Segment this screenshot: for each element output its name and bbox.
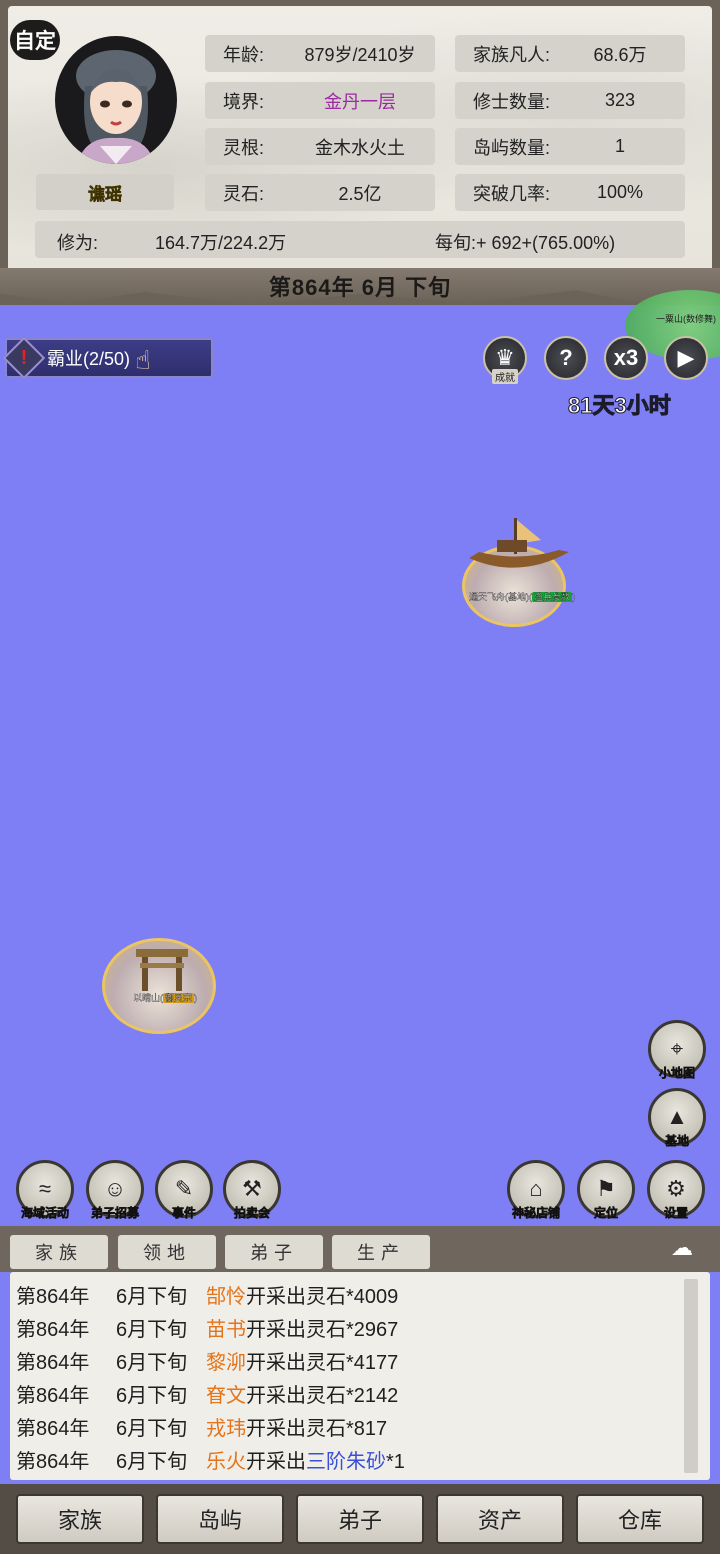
stat-label: 境界: xyxy=(223,91,265,112)
settings-button[interactable]: ⚙ 设置 xyxy=(647,1160,705,1221)
tab-family[interactable]: 家族 xyxy=(10,1235,108,1269)
stat-value: 323 xyxy=(604,90,636,110)
log-row: 第864年 6月下旬 乐火开采出三阶朱砂*1 xyxy=(16,1451,405,1473)
log-row: 第864年 6月下旬 黎泖开采出灵石*4177 xyxy=(16,1352,399,1374)
shop-icon: ⌂ xyxy=(529,1176,543,1201)
stat-label: 灵根: xyxy=(223,137,265,158)
cultivation-bar: 修为: 164.7万/224.2万 每旬:+ 692+(765.00%) xyxy=(35,221,685,258)
locate-button[interactable]: ⚑ 定位 xyxy=(577,1160,635,1221)
stat-value: 1 xyxy=(614,136,625,156)
island-sect[interactable] xyxy=(102,938,216,1034)
custom-button[interactable]: 自定 xyxy=(10,20,60,60)
stat-value: 879岁/2410岁 xyxy=(304,44,416,65)
game-date: 第864年 6月 下旬 xyxy=(268,275,452,300)
player-name[interactable]: 谯瑶 xyxy=(36,174,174,210)
sea-activity-label: 海域活动 xyxy=(20,1206,70,1221)
island-label-yisu: 一粟山(数修舞) xyxy=(656,314,717,324)
gate-icon xyxy=(136,949,188,991)
island-base[interactable] xyxy=(462,518,569,627)
cultivation-value: 164.7万/224.2万 xyxy=(155,233,287,253)
stat-label: 灵石: xyxy=(223,183,265,204)
nav-islands[interactable]: 岛屿 xyxy=(156,1494,284,1544)
trophy-icon: ♛ xyxy=(495,345,515,370)
auction-label: 拍卖会 xyxy=(233,1206,271,1221)
stat-breakthrough: 突破几率: 100% xyxy=(455,174,685,211)
stat-cultivators: 修士数量: 323 xyxy=(455,82,685,119)
scroll-icon: ✎ xyxy=(174,1176,194,1201)
mountain-icon: ▲ xyxy=(666,1104,688,1129)
recruit-button[interactable]: ☺ 弟子招募 xyxy=(86,1160,144,1221)
stat-label: 岛屿数量: xyxy=(473,137,551,158)
stat-age: 年龄: 879岁/2410岁 xyxy=(205,35,435,72)
mystery-shop-button[interactable]: ⌂ 神秘店铺 xyxy=(507,1160,565,1221)
stat-value: 金丹一层 xyxy=(324,91,396,112)
locate-label: 定位 xyxy=(593,1206,619,1221)
timer: 81天3小时 xyxy=(568,393,672,419)
nav-disciples[interactable]: 弟子 xyxy=(296,1494,424,1544)
stat-mortals: 家族凡人: 68.6万 xyxy=(455,35,685,72)
map-pin-icon: ⌖ xyxy=(670,1036,684,1061)
recruit-label: 弟子招募 xyxy=(90,1206,140,1221)
help-button[interactable]: ? xyxy=(544,336,588,380)
speed-button[interactable]: x3 xyxy=(604,336,648,380)
tab-disciples[interactable]: 弟子 xyxy=(225,1235,323,1269)
portrait-icon xyxy=(76,50,156,164)
minimap-button[interactable]: ⌖ 小地图 xyxy=(648,1020,706,1081)
stat-realm: 境界: 金丹一层 xyxy=(205,82,435,119)
wave-icon: ≈ xyxy=(38,1176,52,1201)
stat-label: 年龄: xyxy=(223,44,265,65)
achievement-caption: 成就 xyxy=(492,369,518,384)
island-label-base: 通天飞舟(基地)(渔兵参数) xyxy=(469,592,576,602)
stat-value: 68.6万 xyxy=(593,44,647,65)
stat-label: 突破几率: xyxy=(473,183,551,204)
pointing-hand-icon: ☝ xyxy=(135,345,151,375)
tab-territory[interactable]: 领地 xyxy=(118,1235,216,1269)
stat-islands: 岛屿数量: 1 xyxy=(455,128,685,165)
stat-label: 家族凡人: xyxy=(473,44,551,65)
person-icon: ☺ xyxy=(103,1176,127,1201)
log-row: 第864年 6月下旬 戎玮开采出灵石*817 xyxy=(16,1418,388,1440)
log-scrollbar[interactable] xyxy=(684,1279,698,1473)
stat-value: 2.5亿 xyxy=(338,183,382,204)
cloud-ornament-icon[interactable]: ☁ xyxy=(656,1235,708,1261)
flying-boat-icon xyxy=(469,518,569,568)
log-row: 第864年 6月下旬 苗书开采出灵石*2967 xyxy=(16,1319,399,1341)
stat-value: 金木水火土 xyxy=(315,137,405,158)
tab-production[interactable]: 生产 xyxy=(332,1235,430,1269)
play-icon: ▶ xyxy=(677,345,695,370)
cultivation-label: 修为: xyxy=(57,233,99,253)
stat-spirit-stone: 灵石: 2.5亿 xyxy=(205,174,435,211)
achievement-button[interactable]: ♛ 成就 xyxy=(483,336,527,384)
base-label: 基地 xyxy=(664,1134,690,1149)
settings-label: 设置 xyxy=(663,1206,689,1221)
player-avatar[interactable] xyxy=(55,36,177,164)
gear-icon: ⚙ xyxy=(666,1176,686,1201)
mystery-shop-label: 神秘店铺 xyxy=(511,1206,561,1221)
nav-warehouse[interactable]: 仓库 xyxy=(576,1494,704,1544)
log-row: 第864年 6月下旬 眘文开采出灵石*2142 xyxy=(16,1385,399,1407)
flag-icon: ⚑ xyxy=(596,1176,616,1201)
island-label-sect: 以晴山(御灵宗) xyxy=(133,993,198,1003)
play-button[interactable]: ▶ xyxy=(664,336,708,380)
nav-assets[interactable]: 资产 xyxy=(436,1494,564,1544)
nav-family[interactable]: 家族 xyxy=(16,1494,144,1544)
events-label: 事件 xyxy=(171,1206,197,1221)
minimap-label: 小地图 xyxy=(658,1066,696,1081)
log-row: 第864年 6月下旬 郜怜开采出灵石*4009 xyxy=(16,1286,399,1308)
sea-activity-button[interactable]: ≈ 海域活动 xyxy=(16,1160,74,1221)
auction-button[interactable]: ⚒ 拍卖会 xyxy=(223,1160,281,1221)
stat-value: 100% xyxy=(596,182,644,202)
events-button[interactable]: ✎ 事件 xyxy=(155,1160,213,1221)
base-button[interactable]: ▲ 基地 xyxy=(648,1088,706,1149)
stat-label: 修士数量: xyxy=(473,91,551,112)
cultivation-rate: 每旬:+ 692+(765.00%) xyxy=(435,233,616,253)
stat-spirit-root: 灵根: 金木水火土 xyxy=(205,128,435,165)
gavel-icon: ⚒ xyxy=(242,1176,262,1201)
